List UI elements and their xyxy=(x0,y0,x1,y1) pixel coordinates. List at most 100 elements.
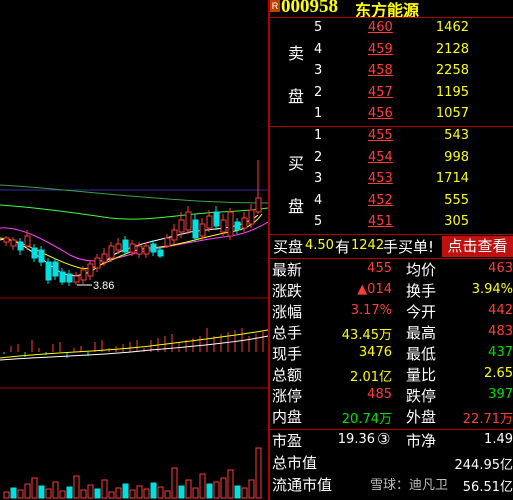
buy-price[interactable]: 451 xyxy=(368,214,393,229)
buy-price[interactable]: 454 xyxy=(368,150,393,165)
buy-level: 2 xyxy=(314,149,323,165)
current-vol-value: 3476 xyxy=(358,345,392,360)
candle-body xyxy=(227,211,234,237)
volume-bar xyxy=(192,487,199,499)
buy-level: 3 xyxy=(314,171,323,187)
volume-bar xyxy=(101,479,108,499)
candle-body xyxy=(234,221,241,231)
volume-bar xyxy=(73,475,80,499)
candle-body xyxy=(73,275,80,283)
candle-body xyxy=(52,261,59,277)
kline-chart[interactable]: 3.86 xyxy=(0,0,268,500)
market-cap-label: 总市值 xyxy=(272,454,318,472)
buy-row-1[interactable]: 1 455 543 xyxy=(270,126,513,147)
candle-body xyxy=(45,261,52,281)
total-vol-label: 总手 xyxy=(272,324,303,342)
stats-divider xyxy=(270,429,513,430)
volume-bar xyxy=(213,481,220,499)
low-label: 最低 xyxy=(406,345,437,363)
buy-volume: 543 xyxy=(444,128,469,143)
float-cap-label: 流通市值 xyxy=(272,476,333,494)
volume-bars xyxy=(3,447,262,499)
sell-row-4[interactable]: 4 459 2128 xyxy=(270,40,513,61)
candle-body xyxy=(115,243,122,251)
candle-body xyxy=(150,243,157,253)
buy-price[interactable]: 455 xyxy=(368,128,393,143)
volume-bar xyxy=(136,485,143,499)
candle-body xyxy=(17,241,24,251)
candle-body xyxy=(255,197,262,213)
candle-body xyxy=(178,219,185,233)
candle-body xyxy=(241,217,248,229)
candle-body xyxy=(38,249,45,263)
rights-badge: R xyxy=(270,0,280,12)
view-details-button[interactable]: 点击查看 xyxy=(442,236,513,257)
sell-level: 1 xyxy=(314,106,323,122)
watermark: 雪球：迪凡卫 xyxy=(370,478,449,493)
sell-price[interactable]: 460 xyxy=(368,20,393,35)
candle-body xyxy=(66,273,73,283)
volume-bar xyxy=(80,489,87,499)
candle-body xyxy=(206,215,213,229)
volume-bar xyxy=(66,486,73,499)
total-vol-value: 43.45万 xyxy=(341,328,392,343)
sell-row-3[interactable]: 3 458 2258 xyxy=(270,61,513,82)
candle-body xyxy=(3,237,10,243)
candle-body xyxy=(31,247,38,259)
buy-row-2[interactable]: 2 454 998 xyxy=(270,148,513,169)
sell-level: 5 xyxy=(314,20,323,35)
high-value: 483 xyxy=(488,324,513,339)
limit-down-value: 397 xyxy=(488,387,513,402)
volume-bar xyxy=(10,487,17,499)
candle-body xyxy=(171,229,178,241)
sell-level: 4 xyxy=(314,41,323,57)
candle-body xyxy=(248,209,255,225)
candle-body xyxy=(10,239,17,247)
buy-volume: 998 xyxy=(444,149,469,165)
inner-label: 内盘 xyxy=(272,408,303,426)
sell-level: 2 xyxy=(314,84,323,100)
buy-row-4[interactable]: 4 452 555 xyxy=(270,191,513,212)
volume-bar xyxy=(122,483,129,499)
candle-body xyxy=(136,245,143,255)
market-cap-value: 244.95亿 xyxy=(454,458,513,473)
volume-bar xyxy=(143,488,150,499)
buy-alert-mid2: 手买单! xyxy=(383,238,435,256)
volume-bar xyxy=(38,485,45,499)
volume-bar xyxy=(185,479,192,499)
candle-body xyxy=(101,253,108,263)
candle-body xyxy=(143,245,150,255)
turnover-value: 3.94% xyxy=(471,282,513,297)
sell-row-1[interactable]: 1 456 1057 xyxy=(270,104,513,125)
sell-price[interactable]: 459 xyxy=(368,42,393,57)
candle-body xyxy=(164,237,171,247)
buy-price[interactable]: 452 xyxy=(368,193,393,208)
high-label: 最高 xyxy=(406,324,437,342)
sell-row-5[interactable]: 5 460 1462 xyxy=(270,18,513,39)
buy-price[interactable]: 453 xyxy=(368,171,393,186)
buy-alert-bar: 买盘 4.50 有 1242 手买单! 点击查看 xyxy=(270,235,513,258)
candle-body xyxy=(129,243,136,253)
buy-volume: 555 xyxy=(444,192,469,208)
pe-badge[interactable]: ③ xyxy=(377,430,390,448)
buy-row-5[interactable]: 5 451 305 xyxy=(270,212,513,233)
volume-bar xyxy=(115,487,122,499)
change-value: ▲014 xyxy=(357,282,392,297)
current-vol-label: 现手 xyxy=(272,345,303,363)
volume-bar xyxy=(24,483,31,499)
sell-row-2[interactable]: 2 457 1195 xyxy=(270,83,513,104)
candle-body xyxy=(185,211,192,231)
latest-label: 最新 xyxy=(272,261,303,279)
outer-label: 外盘 xyxy=(406,408,437,426)
sell-price[interactable]: 457 xyxy=(368,85,393,100)
buy-row-3[interactable]: 3 453 1714 xyxy=(270,169,513,190)
sell-price[interactable]: 456 xyxy=(368,106,393,121)
buy-alert-price: 4.50 xyxy=(305,238,334,253)
candle-body xyxy=(220,219,227,233)
stock-code[interactable]: 000958 xyxy=(281,0,338,18)
volume-bar xyxy=(241,487,248,499)
sell-volume: 1462 xyxy=(435,20,469,35)
volume-bar xyxy=(157,486,164,499)
change-label: 涨跌 xyxy=(272,282,303,300)
sell-price[interactable]: 458 xyxy=(368,63,393,78)
